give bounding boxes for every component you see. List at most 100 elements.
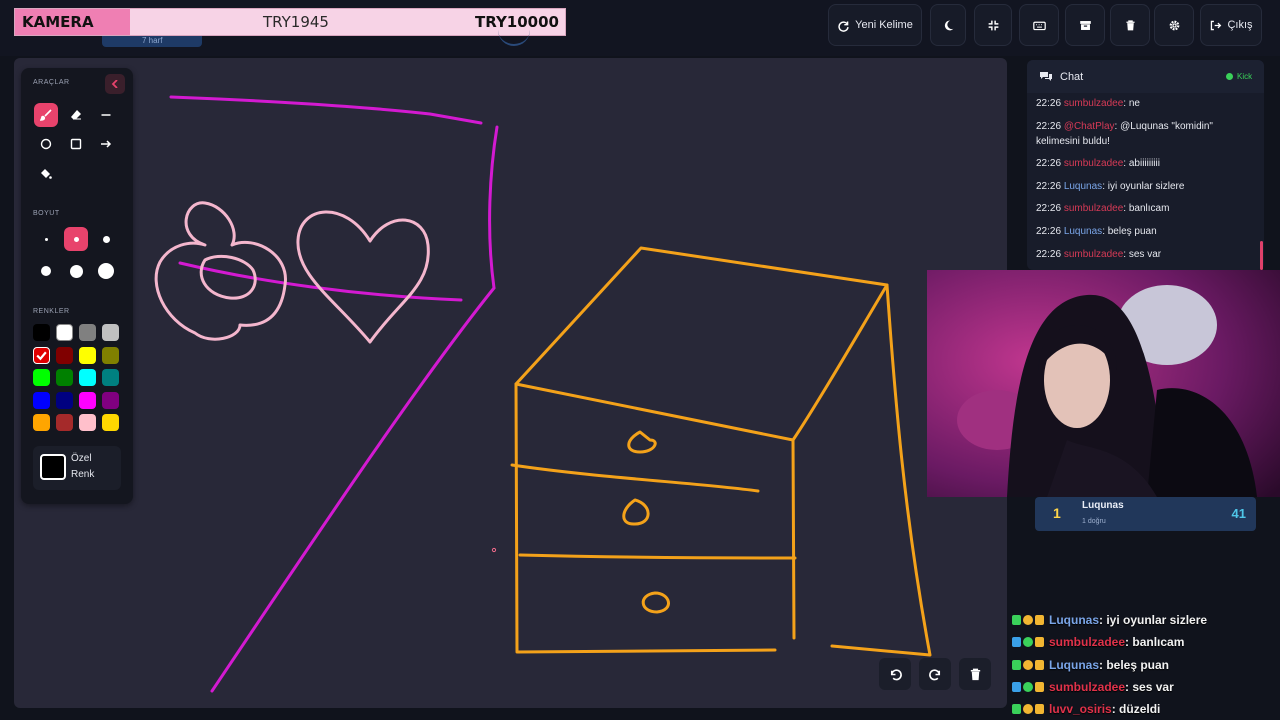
size-xxl-dot [98,263,114,279]
size-xxl-button[interactable] [94,259,118,283]
size-m-dot [102,235,110,243]
rank-badge-icon [1023,659,1033,670]
theme-toggle-button[interactable] [930,4,966,46]
fullscreen-button[interactable] [974,4,1012,46]
color-swatch[interactable] [79,346,96,364]
keyboard-button[interactable] [1019,4,1059,46]
color-swatch[interactable] [102,414,119,432]
sub-badge-icon [1012,682,1021,693]
overlay-chat-line: sumbulzadee: ses var [1012,676,1280,698]
chat-text: : beleş puan [1102,225,1157,237]
color-swatch[interactable] [102,369,119,387]
color-swatch[interactable] [56,346,73,364]
color-swatch[interactable] [33,369,50,387]
undo-icon [890,668,902,680]
word-hint-chip: 7 harf [102,36,202,47]
chat-title: Chat [1060,71,1084,83]
color-swatch[interactable] [79,324,96,341]
chat-username[interactable]: Luqunas [1064,226,1102,237]
brush-tool-button[interactable] [34,103,58,127]
color-swatch[interactable] [33,391,50,409]
check-icon [36,351,47,360]
collapse-panel-button[interactable] [105,74,125,94]
size-m-button[interactable] [94,227,118,251]
custom-color-button[interactable]: Özel Renk [33,446,121,490]
color-swatch[interactable] [33,346,50,364]
eraser-icon [71,110,81,120]
stroke-heart [296,210,430,344]
chat-text: : banlıcam [1123,203,1170,215]
color-swatch[interactable] [102,324,119,341]
chat-message: 22:26 @ChatPlay: @Luqunas "komidin" keli… [1036,119,1258,149]
size-xs-dot [44,237,48,241]
chat-username[interactable]: sumbulzadee [1064,203,1123,214]
banner-middle-text: TRY1945 [263,13,329,31]
chat-username[interactable]: sumbulzadee [1064,98,1123,109]
sub-badge-icon [1012,637,1021,648]
circle-tool-button[interactable] [34,132,58,156]
undo-button[interactable] [879,658,911,690]
chat-timestamp: 22:26 [1036,248,1062,260]
chat-username[interactable]: sumbulzadee [1064,249,1123,260]
banner-camera-label: KAMERA [15,9,130,35]
chat-username[interactable]: Luqunas [1064,181,1102,192]
rectangle-tool-button[interactable] [64,132,88,156]
archive-button[interactable] [1065,4,1105,46]
color-swatch[interactable] [56,369,73,387]
tools-section-label: ARAÇLAR [33,79,70,86]
chat-username[interactable]: sumbulzadee [1064,158,1123,169]
clear-canvas-button[interactable] [959,658,991,690]
chat-message: 22:26 Luqunas: iyi oyunlar sizlere [1036,179,1258,194]
custom-color-preview [40,454,66,480]
overlay-chat-line: luvv_osiris: düzeldi [1012,698,1280,720]
chat-header: Chat Kick [1027,60,1264,93]
trash-button[interactable] [1110,4,1150,46]
circle-icon [40,138,52,150]
crown-badge-icon [1035,682,1044,693]
color-swatch[interactable] [56,324,73,341]
settings-button[interactable] [1154,4,1194,46]
custom-color-label: Özel Renk [71,453,95,480]
color-swatch[interactable] [33,324,50,341]
color-swatch[interactable] [79,391,96,409]
stroke-drawer-top [514,246,889,442]
size-xl-button[interactable] [64,259,88,283]
redo-button[interactable] [919,658,951,690]
connection-status-dot [1226,73,1233,80]
chat-message: 22:26 sumbulzadee: ne [1036,96,1258,111]
color-swatch[interactable] [79,414,96,432]
size-l-button[interactable] [34,259,58,283]
chat-username[interactable]: @ChatPlay [1064,121,1115,132]
archive-icon [1079,20,1091,30]
arrow-tool-button[interactable] [94,132,118,156]
crown-badge-icon [1035,615,1044,626]
color-swatch[interactable] [56,391,73,409]
overlay-username: luvv_osiris [1049,702,1112,717]
color-swatch[interactable] [56,414,73,432]
overlay-text: : düzeldi [1111,702,1161,717]
color-swatch[interactable] [79,369,96,387]
chat-text: : @Luqunas "komidin" kelimesini buldu! [1036,120,1213,147]
stroke-top-line [169,95,483,125]
size-s-button[interactable] [64,227,88,251]
size-xs-button[interactable] [34,227,58,251]
eraser-tool-button[interactable] [64,103,88,127]
sub-badge-icon [1012,615,1021,626]
exit-button[interactable]: Çıkış [1200,4,1262,46]
color-swatch[interactable] [102,391,119,409]
trash-icon [1125,19,1135,30]
fill-tool-button[interactable] [34,162,58,186]
line-tool-button[interactable] [94,103,118,127]
leaderboard-rank: 1 [1053,505,1061,521]
color-swatch[interactable] [102,346,119,364]
color-swatch[interactable] [33,414,50,432]
colors-section-label: RENKLER [33,308,70,315]
rank-badge-icon [1023,637,1033,648]
drawing-canvas[interactable] [14,58,1007,708]
stroke-knob-3 [641,591,670,614]
tools-panel: ARAÇLAR BOYUT RENKLER Özel Renk [21,68,133,504]
chat-scrollbar[interactable] [1260,241,1263,270]
new-word-button[interactable]: Yeni Kelime [828,4,922,46]
overlay-username: Luqunas [1049,657,1099,672]
rank-badge-icon [1023,682,1033,693]
